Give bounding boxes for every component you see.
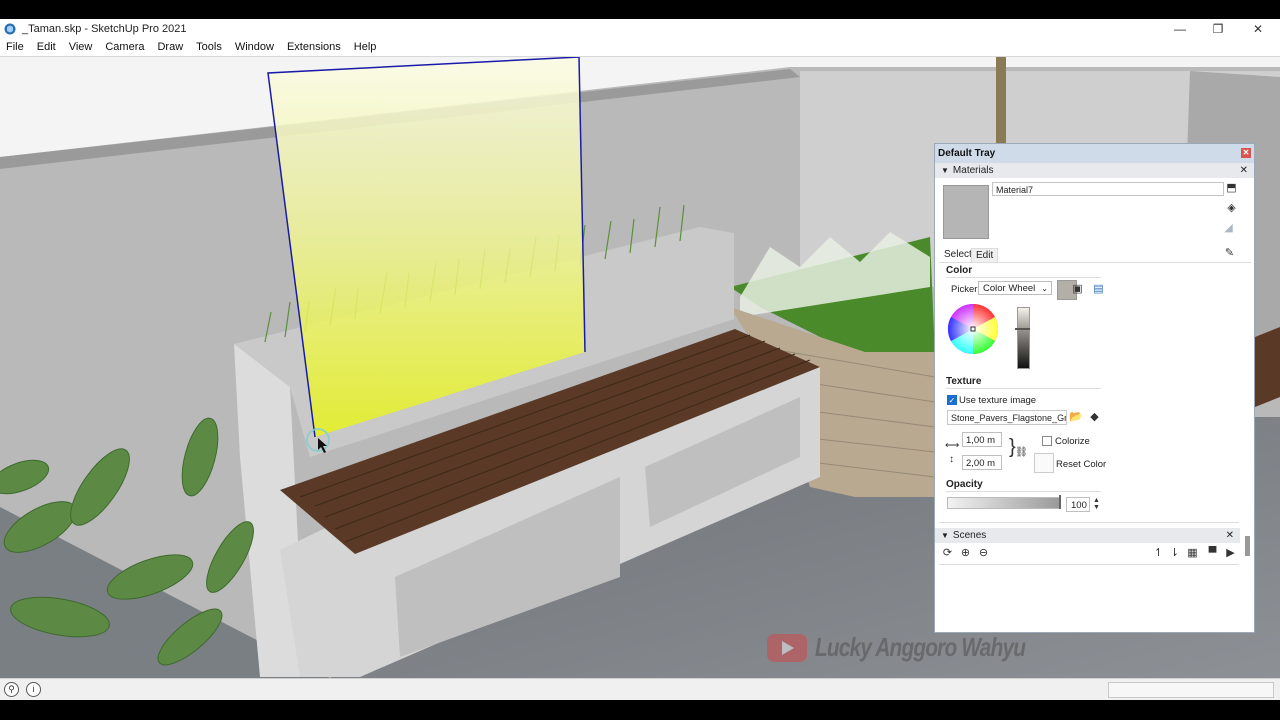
hide-thumbnails-icon[interactable]: ▀ xyxy=(1206,547,1219,560)
view-options-icon[interactable]: ▦ xyxy=(1186,547,1199,560)
reset-color-label[interactable]: Reset Color xyxy=(1056,459,1106,470)
use-texture-label: Use texture image xyxy=(959,395,1037,406)
width-arrow-icon: ⟷ xyxy=(945,440,960,451)
info-icon[interactable]: i xyxy=(26,682,41,697)
geo-location-icon[interactable]: ⚲ xyxy=(4,682,19,697)
tray-title-bar: Default Tray ✕ xyxy=(935,144,1254,163)
collapse-triangle-icon[interactable]: ▼ xyxy=(941,166,949,175)
texture-height-field[interactable]: 2,00 m xyxy=(962,455,1002,470)
scene-details-icon[interactable]: ▶ xyxy=(1224,547,1237,560)
opacity-spinner-icon[interactable]: ▲ ▼ xyxy=(1090,497,1103,511)
materials-panel-header[interactable]: ▼ Materials ✕ xyxy=(935,163,1254,178)
opacity-slider[interactable] xyxy=(947,497,1061,509)
scenes-panel-header[interactable]: ▼ Scenes ✕ xyxy=(935,528,1240,543)
materials-header-label: Materials xyxy=(952,165,994,176)
chevron-down-icon: ⌄ xyxy=(1041,284,1048,293)
tab-edit[interactable]: Edit xyxy=(971,248,999,263)
add-scene-icon[interactable]: ⊕ xyxy=(959,547,972,560)
divider xyxy=(939,522,1239,523)
menu-view[interactable]: View xyxy=(63,41,100,53)
colorize-label: Colorize xyxy=(1055,436,1090,447)
match-color-model-icon[interactable]: ▣ xyxy=(1071,283,1084,296)
brightness-slider[interactable] xyxy=(1017,307,1030,369)
texture-width-field[interactable]: 1,00 m xyxy=(962,432,1002,447)
opacity-field[interactable]: 100 xyxy=(1066,497,1090,512)
reset-color-swatch[interactable] xyxy=(1034,453,1054,473)
scenes-close-icon[interactable]: ✕ xyxy=(1226,530,1234,541)
tray-close-button[interactable]: ✕ xyxy=(1241,148,1251,158)
picker-label: Picker: xyxy=(951,284,981,295)
divider xyxy=(939,262,1251,263)
browse-folder-icon[interactable]: 📂 xyxy=(1069,411,1083,424)
picker-dropdown[interactable]: Color Wheel ⌄ xyxy=(978,281,1052,295)
divider xyxy=(946,277,1101,278)
close-button[interactable]: ✕ xyxy=(1240,19,1276,38)
colorize-checkbox[interactable] xyxy=(1042,436,1052,446)
opacity-slider-handle[interactable] xyxy=(1059,495,1061,509)
height-arrow-icon: ↕ xyxy=(949,454,954,465)
color-wheel[interactable] xyxy=(947,303,999,355)
eyedropper-icon[interactable]: ✎ xyxy=(1223,247,1236,260)
menu-file[interactable]: File xyxy=(0,41,31,53)
restore-button[interactable]: ❐ xyxy=(1200,19,1236,38)
picker-value: Color Wheel xyxy=(983,283,1036,294)
texture-width-value: 1,00 m xyxy=(966,435,996,446)
sketchup-app-icon xyxy=(4,23,16,34)
status-bar: ⚲ i xyxy=(0,678,1280,700)
default-tray: Default Tray ✕ ▼ Materials ✕ Material7 ⬒… xyxy=(934,143,1255,633)
watermark-text: Lucky Anggoro Wahyu xyxy=(815,632,1026,662)
texture-file-name: Stone_Pavers_Flagstone_Gray xyxy=(951,413,1067,423)
texture-height-value: 2,00 m xyxy=(966,458,996,469)
youtube-icon xyxy=(767,633,807,662)
aspect-lock-icon[interactable]: ⛓ xyxy=(1015,446,1028,459)
tree-trunk xyxy=(996,57,1006,147)
move-scene-down-icon[interactable]: ⇂ xyxy=(1168,547,1181,560)
brightness-slider-handle[interactable] xyxy=(1015,328,1030,330)
tray-scrollbar[interactable] xyxy=(1245,536,1250,556)
tray-title: Default Tray xyxy=(938,148,996,159)
match-color-screen-icon[interactable]: ▤ xyxy=(1092,283,1105,296)
edit-texture-icon[interactable]: ◆ xyxy=(1088,411,1101,424)
divider xyxy=(946,491,1101,492)
channel-watermark: Lucky Anggoro Wahyu xyxy=(767,632,1078,663)
collapse-triangle-icon[interactable]: ▼ xyxy=(941,531,949,540)
move-scene-up-icon[interactable]: ↿ xyxy=(1152,547,1165,560)
menu-bar: File Edit View Camera Draw Tools Window … xyxy=(0,38,1280,57)
texture-section-label: Texture xyxy=(946,376,982,387)
menu-tools[interactable]: Tools xyxy=(190,41,229,53)
default-material-icon[interactable]: ◈ xyxy=(1225,202,1238,215)
menu-camera[interactable]: Camera xyxy=(99,41,151,53)
material-preview-swatch xyxy=(943,185,989,239)
title-bar: _Taman.skp - SketchUp Pro 2021 — ❐ ✕ xyxy=(0,19,1280,38)
opacity-value: 100 xyxy=(1071,500,1087,511)
menu-extensions[interactable]: Extensions xyxy=(281,41,348,53)
menu-edit[interactable]: Edit xyxy=(31,41,63,53)
material-name-field[interactable]: Material7 xyxy=(992,182,1224,196)
remove-scene-icon[interactable]: ⊖ xyxy=(977,547,990,560)
color-section-label: Color xyxy=(946,265,973,276)
menu-draw[interactable]: Draw xyxy=(151,41,190,53)
update-scene-icon[interactable]: ⟳ xyxy=(941,547,954,560)
texture-file-field[interactable]: Stone_Pavers_Flagstone_Gray xyxy=(947,410,1067,425)
display-secondary-pane-icon[interactable]: ◢ xyxy=(1222,222,1235,235)
window-title: _Taman.skp - SketchUp Pro 2021 xyxy=(22,22,187,35)
menu-window[interactable]: Window xyxy=(229,41,281,53)
menu-help[interactable]: Help xyxy=(348,41,384,53)
opacity-section-label: Opacity xyxy=(946,479,983,490)
scenes-header-label: Scenes xyxy=(952,530,987,541)
measurements-box[interactable] xyxy=(1108,682,1274,698)
divider xyxy=(939,564,1239,565)
minimize-button[interactable]: — xyxy=(1162,19,1198,38)
use-texture-checkbox[interactable]: ✓ xyxy=(947,395,957,405)
create-material-icon[interactable]: ⬒ xyxy=(1225,182,1238,195)
divider xyxy=(946,388,1101,389)
materials-close-icon[interactable]: ✕ xyxy=(1240,165,1248,176)
